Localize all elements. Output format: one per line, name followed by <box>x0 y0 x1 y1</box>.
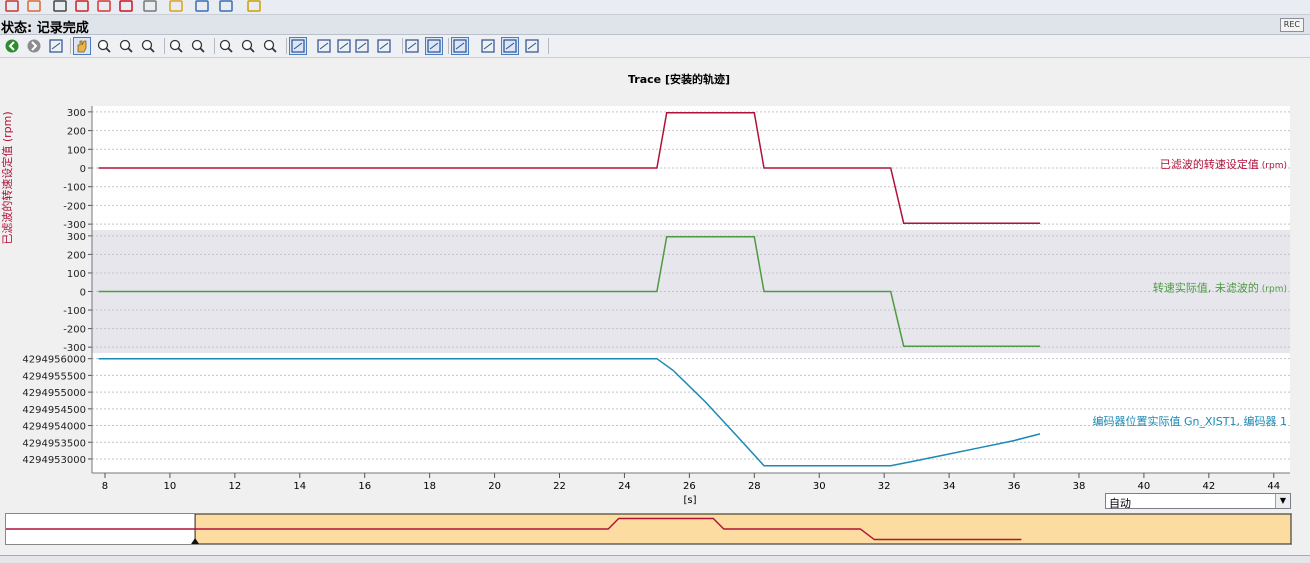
zoom-y100-icon[interactable] <box>240 38 256 54</box>
zoom-select-icon[interactable] <box>96 38 112 54</box>
toolbar-separator <box>548 38 549 54</box>
x-axis-label: [s] <box>683 495 696 506</box>
overview-strip[interactable] <box>5 513 1292 545</box>
x-tick-label: 8 <box>102 481 108 492</box>
chevron-down-icon[interactable]: ▼ <box>1275 494 1290 508</box>
settings-icon[interactable] <box>142 0 158 12</box>
hand-icon[interactable] <box>73 37 91 55</box>
config-icon[interactable] <box>26 0 42 12</box>
y-tick-label: 100 <box>67 269 86 280</box>
zoom-out-icon[interactable] <box>190 38 206 54</box>
zoom-in-icon[interactable] <box>168 38 184 54</box>
x-tick-label: 24 <box>618 481 631 492</box>
y-axis-label: 已滤波的转速设定值 (rpm) <box>0 111 14 244</box>
y-tick-label: 300 <box>67 232 86 243</box>
x-tick-label: 18 <box>423 481 436 492</box>
back-icon[interactable] <box>4 38 20 54</box>
copy-icon[interactable] <box>168 0 184 12</box>
y-tick-label: 4294953000 <box>22 455 86 466</box>
toolbar-separator <box>214 38 215 54</box>
y-tick-label: -100 <box>63 183 86 194</box>
show-all-icon[interactable] <box>289 37 307 55</box>
x-tick-label: 28 <box>748 481 761 492</box>
toolbar-separator <box>70 38 71 54</box>
status-bar: 状态: 记录完成 REC <box>0 15 1310 36</box>
y-tick-label: 100 <box>67 145 86 156</box>
y-tick-label: 200 <box>67 250 86 261</box>
y-tick-label: -100 <box>63 306 86 317</box>
x-tick-label: 38 <box>1073 481 1086 492</box>
x-tick-label: 14 <box>293 481 306 492</box>
trace-icon[interactable] <box>4 0 20 12</box>
pin-icon[interactable] <box>246 0 262 12</box>
x-tick-label: 32 <box>878 481 891 492</box>
chart2-icon[interactable] <box>218 0 234 12</box>
y-tick-label: 4294953500 <box>22 438 86 449</box>
zoom-x-icon[interactable] <box>118 38 134 54</box>
vertical-cursor-icon[interactable] <box>376 38 392 54</box>
y-tick-label: 0 <box>80 288 86 299</box>
y-tick-label: 4294955000 <box>22 388 86 399</box>
x-tick-label: 34 <box>943 481 956 492</box>
y-tick-label: 0 <box>80 164 86 175</box>
toolbar-separator <box>402 38 403 54</box>
y-tick-label: 4294955500 <box>22 371 86 382</box>
zoom-100-icon[interactable] <box>218 38 234 54</box>
stop-icon[interactable] <box>96 0 112 12</box>
x-tick-label: 22 <box>553 481 566 492</box>
rec-badge: REC <box>1279 18 1304 32</box>
list-icon[interactable] <box>451 37 469 55</box>
x-tick-label: 30 <box>813 481 826 492</box>
horizontal-cursor-icon[interactable] <box>404 38 420 54</box>
measure-icon[interactable] <box>316 38 332 54</box>
x-tick-label: 44 <box>1267 481 1280 492</box>
x-tick-label: 42 <box>1202 481 1215 492</box>
align-left-icon[interactable] <box>480 38 496 54</box>
trend-icon[interactable] <box>354 38 370 54</box>
download-icon[interactable] <box>524 38 540 54</box>
forward-icon[interactable] <box>26 38 42 54</box>
x-tick-label: 12 <box>228 481 241 492</box>
x-tick-label: 20 <box>488 481 501 492</box>
align-justify-icon[interactable] <box>501 37 519 55</box>
toolbar-separator <box>448 38 449 54</box>
x-tick-label: 16 <box>358 481 371 492</box>
trace-chart: Trace [安装的轨迹]3002001000-100-200-300已滤波的转… <box>0 58 1310 548</box>
main-toolbar <box>0 0 1310 15</box>
chart-icon[interactable] <box>194 0 210 12</box>
trace-toolbar <box>0 35 1310 58</box>
y-tick-label: 4294956000 <box>22 355 86 366</box>
y-tick-label: 300 <box>67 108 86 119</box>
toolbar-separator <box>164 38 165 54</box>
delete-icon[interactable] <box>118 0 134 12</box>
chart-title: Trace [安装的轨迹] <box>628 72 730 86</box>
x-tick-label: 10 <box>164 481 177 492</box>
series-label-3: 编码器位置实际值 Gn_XIST1, 编码器 1 <box>1093 414 1287 428</box>
y-tick-label: 200 <box>67 127 86 138</box>
x-tick-label: 26 <box>683 481 696 492</box>
export-icon[interactable] <box>425 37 443 55</box>
y-tick-label: -200 <box>63 325 86 336</box>
x-tick-label: 40 <box>1138 481 1151 492</box>
glasses-icon[interactable] <box>52 0 68 12</box>
zoom-y-icon[interactable] <box>140 38 156 54</box>
cursor-icon[interactable] <box>48 38 64 54</box>
y-tick-label: -300 <box>63 343 86 354</box>
toolbar-separator <box>286 38 287 54</box>
plot-panel-3 <box>92 353 1290 473</box>
status-label: 状态: 记录完成 <box>1 21 89 36</box>
y-tick-label: 4294954000 <box>22 422 86 433</box>
record-icon[interactable] <box>74 0 90 12</box>
y-tick-label: -200 <box>63 201 86 212</box>
zoom-x100-icon[interactable] <box>262 38 278 54</box>
y-tick-label: 4294954500 <box>22 405 86 416</box>
time-range-value: 自动 <box>1109 497 1131 510</box>
x-tick-label: 36 <box>1008 481 1021 492</box>
time-range-select[interactable]: 自动 ▼ <box>1105 493 1291 510</box>
signal-icon[interactable] <box>336 38 352 54</box>
y-tick-label: -300 <box>63 220 86 231</box>
